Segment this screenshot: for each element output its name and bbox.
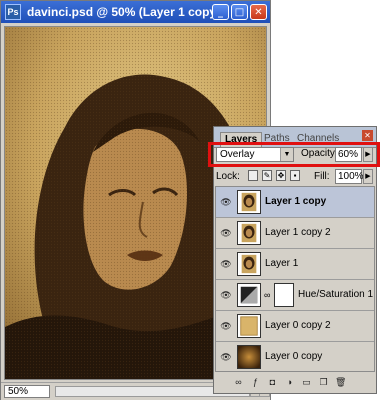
chain-link-icon[interactable]: ∞	[264, 290, 270, 300]
minimize-button[interactable]: _	[212, 4, 229, 20]
layer-mask-thumbnail	[274, 283, 294, 307]
photoshop-icon: Ps	[5, 4, 21, 20]
lock-image-icon[interactable]: ✎	[262, 170, 272, 181]
visibility-eye-icon[interactable]: 👁	[219, 321, 233, 331]
fill-label: Fill:	[314, 171, 330, 182]
layer-thumbnail	[237, 221, 261, 245]
layer-name: Layer 1 copy 2	[265, 227, 331, 238]
lock-all-icon[interactable]: ▪	[290, 170, 300, 181]
layer-name: Hue/Saturation 1	[298, 289, 374, 300]
maximize-button[interactable]: □	[231, 4, 248, 20]
layer-list: 👁 Layer 1 copy 👁 Layer 1 copy 2 👁 Layer …	[215, 186, 375, 372]
visibility-eye-icon[interactable]: 👁	[219, 259, 233, 269]
document-title: davinci.psd @ 50% (Layer 1 copy, R...	[27, 5, 212, 19]
new-adjustment-layer-icon[interactable]: ◑	[284, 377, 295, 388]
layer-thumbnail	[237, 252, 261, 276]
layer-name: Layer 1	[265, 258, 299, 269]
lock-transparency-icon[interactable]	[248, 170, 258, 181]
visibility-eye-icon[interactable]: 👁	[219, 352, 233, 362]
lock-position-icon[interactable]: ✥	[276, 170, 286, 181]
panel-close-icon[interactable]: ✕	[362, 130, 373, 141]
layer-row[interactable]: 👁 Layer 0 copy 2	[216, 311, 374, 342]
new-layer-icon[interactable]: ❐	[318, 377, 329, 388]
add-mask-icon[interactable]: ◘	[267, 377, 278, 388]
layer-name: Layer 0 copy 2	[265, 320, 331, 331]
fill-slider-arrow-icon[interactable]: ▶	[363, 169, 373, 184]
fill-field[interactable]: 100%	[335, 169, 364, 184]
document-title-bar[interactable]: Ps davinci.psd @ 50% (Layer 1 copy, R...…	[1, 1, 270, 23]
lock-fill-row: Lock: ✎ ✥ ▪ Fill: 100% ▶	[216, 169, 376, 185]
layer-row[interactable]: 👁 Layer 1 copy 2	[216, 218, 374, 249]
link-layers-icon[interactable]: ∞	[233, 377, 244, 388]
zoom-field[interactable]: 50%	[4, 385, 50, 398]
close-icon: ✕	[254, 6, 263, 18]
lock-label: Lock:	[216, 171, 240, 182]
layer-thumbnail	[237, 345, 261, 369]
layer-thumbnail	[237, 314, 261, 338]
visibility-eye-icon[interactable]: 👁	[219, 290, 233, 300]
new-group-icon[interactable]: ▭	[301, 377, 312, 388]
layer-row[interactable]: 👁 Layer 1	[216, 249, 374, 280]
layer-name: Layer 1 copy	[265, 196, 327, 207]
minimize-icon: _	[218, 6, 223, 18]
layer-row[interactable]: 👁 Layer 0 copy	[216, 342, 374, 371]
layer-row[interactable]: 👁 ∞ Hue/Saturation 1	[216, 280, 374, 311]
visibility-eye-icon[interactable]: 👁	[219, 228, 233, 238]
layer-row[interactable]: 👁 Layer 1 copy	[216, 187, 374, 218]
visibility-eye-icon[interactable]: 👁	[219, 197, 233, 207]
layers-panel-footer: ∞ ƒ ◘ ◑ ▭ ❐ 🗑	[215, 373, 375, 391]
maximize-icon: □	[234, 6, 245, 18]
annotation-highlight-box	[208, 142, 380, 167]
adjustment-layer-icon	[237, 283, 261, 307]
layer-style-icon[interactable]: ƒ	[250, 377, 261, 388]
delete-layer-icon[interactable]: 🗑	[335, 377, 346, 388]
layer-name: Layer 0 copy	[265, 351, 323, 362]
layer-thumbnail	[237, 190, 261, 214]
close-button[interactable]: ✕	[250, 4, 267, 20]
